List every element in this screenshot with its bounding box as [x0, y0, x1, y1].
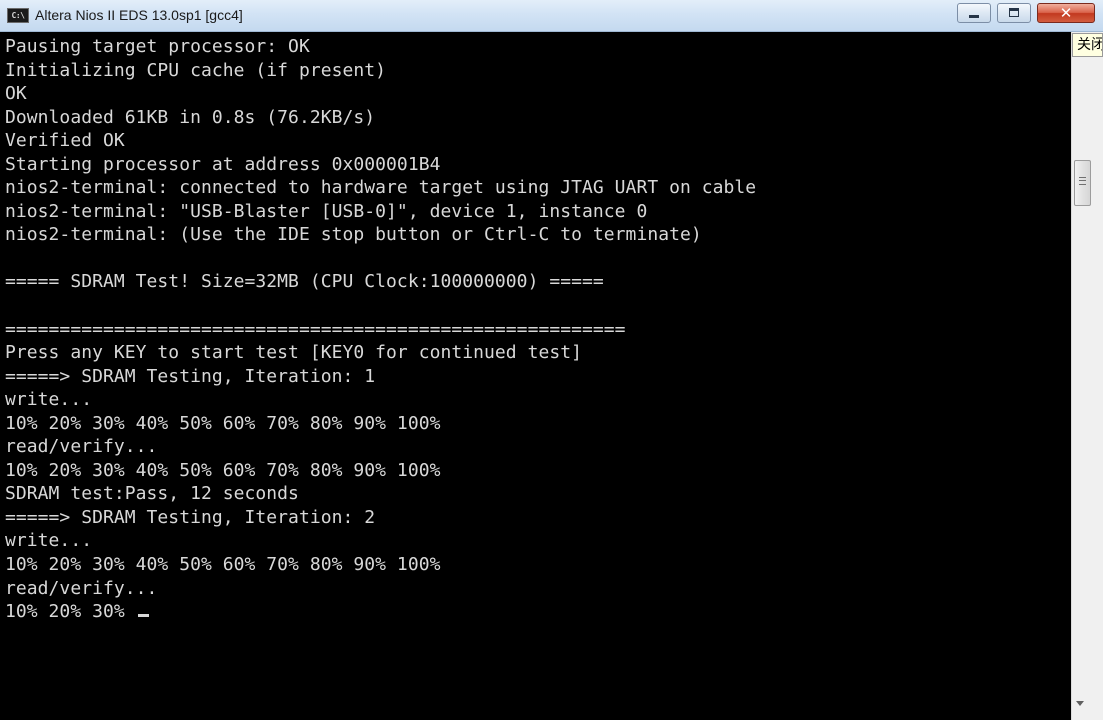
console-line: =====> SDRAM Testing, Iteration: 1 [5, 365, 376, 387]
scrollbar-thumb[interactable] [1074, 160, 1091, 206]
title-bar[interactable]: C:\ Altera Nios II EDS 13.0sp1 [gcc4] ✕ [0, 0, 1103, 32]
console-line: ===== SDRAM Test! Size=32MB (CPU Clock:1… [5, 271, 604, 293]
console-line: Press any KEY to start test [KEY0 for co… [5, 342, 583, 364]
console-line: ========================================… [5, 318, 626, 340]
maximize-icon [1009, 8, 1019, 17]
console-line-last: 10% 20% 30% [5, 600, 756, 624]
console-line: Verified OK [5, 130, 125, 152]
text-cursor [137, 614, 149, 618]
console-line: nios2-terminal: connected to hardware ta… [5, 177, 757, 199]
console-line-text: 10% 20% 30% [5, 601, 136, 623]
console-line: Pausing target processor: OK [5, 36, 310, 57]
console-line: nios2-terminal: "USB-Blaster [USB-0]", d… [5, 200, 648, 222]
console-line: nios2-terminal: (Use the IDE stop button… [5, 224, 702, 246]
minimize-icon [969, 15, 979, 18]
console-line: Downloaded 61KB in 0.8s (76.2KB/s) [5, 106, 376, 128]
minimize-button[interactable] [957, 3, 991, 23]
console-output[interactable]: Pausing target processor: OK Initializin… [0, 32, 1071, 720]
console-line: 10% 20% 30% 40% 50% 60% 70% 80% 90% 100% [5, 412, 441, 434]
grip-icon [1079, 177, 1086, 185]
vertical-scrollbar[interactable] [1071, 32, 1103, 720]
maximize-button[interactable] [997, 3, 1031, 23]
console-line: read/verify... [5, 436, 158, 458]
console-line: =====> SDRAM Testing, Iteration: 2 [5, 506, 376, 528]
close-button[interactable]: ✕ [1037, 3, 1095, 23]
console-line: OK [5, 83, 27, 105]
scroll-down-arrow-icon[interactable] [1076, 701, 1084, 706]
console-line: Initializing CPU cache (if present) [5, 59, 387, 81]
console-window: C:\ Altera Nios II EDS 13.0sp1 [gcc4] ✕ … [0, 0, 1103, 720]
console-line: 10% 20% 30% 40% 50% 60% 70% 80% 90% 100% [5, 459, 441, 481]
close-icon: ✕ [1059, 4, 1073, 22]
console-line: read/verify... [5, 577, 158, 599]
console-line: write... [5, 389, 93, 411]
console-line: 10% 20% 30% 40% 50% 60% 70% 80% 90% 100% [5, 554, 441, 576]
console-line: SDRAM test:Pass, 12 seconds [5, 483, 299, 505]
console-app-icon[interactable]: C:\ [7, 8, 29, 23]
console-line: Starting processor at address 0x000001B4 [5, 153, 441, 175]
close-tooltip: 关闭 [1072, 33, 1103, 57]
window-title: Altera Nios II EDS 13.0sp1 [gcc4] [35, 7, 243, 23]
console-line: write... [5, 530, 93, 552]
console-text-area: Pausing target processor: OK Initializin… [5, 35, 756, 624]
